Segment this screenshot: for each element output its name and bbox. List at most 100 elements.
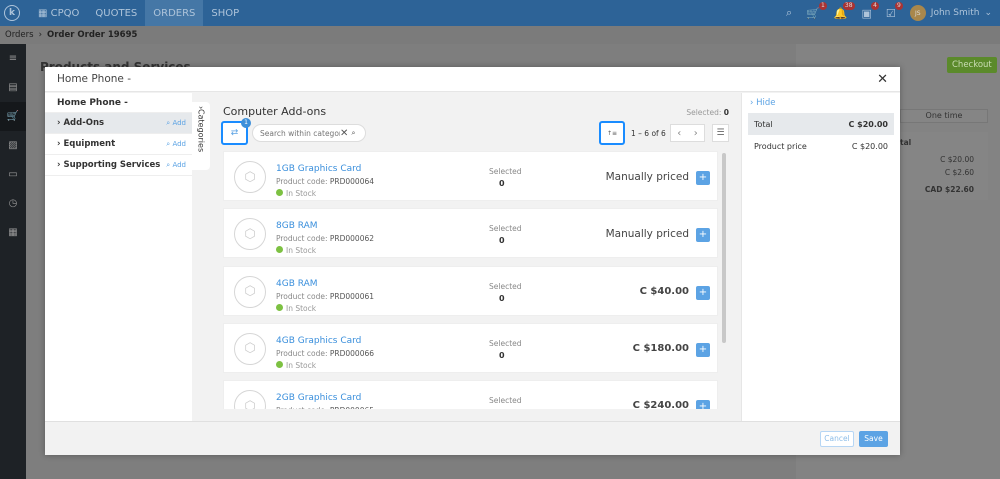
nav-quotes[interactable]: QUOTES [87, 0, 145, 26]
tree-root[interactable]: Home Phone - [45, 93, 192, 113]
add-product-button[interactable]: + [696, 171, 710, 185]
sliders-icon: ⇄ [230, 128, 239, 138]
total-row: Total C $20.00 [748, 113, 894, 135]
product-code: Product code: PRD000062 [276, 234, 375, 244]
product-box-icon: ⬡ [234, 218, 266, 251]
scrollbar[interactable] [722, 153, 726, 343]
list-view-icon[interactable]: ☰ [712, 124, 729, 142]
top-nav-bar: k ▦ CPQO QUOTES ORDERS SHOP ⌕ 🛒 1 🔔 38 ▣ 4 … [0, 0, 1000, 26]
close-icon[interactable]: ✕ [877, 72, 888, 87]
stock-status: In Stock [276, 360, 316, 370]
product-name-link[interactable]: 4GB Graphics Card [276, 336, 361, 346]
product-name-link[interactable]: 1GB Graphics Card [276, 164, 361, 174]
check-circle-icon [276, 303, 283, 311]
category-tree: Home Phone - › Add-Ons ⌕ Add › Equipment ⌕… [45, 93, 192, 421]
chevron-down-icon: ⌄ [984, 8, 992, 18]
category-supporting-services[interactable]: › Supporting Services ⌕ Add [45, 155, 192, 176]
categories-toggle-tab[interactable]: › Categories [192, 102, 210, 170]
app-menu[interactable]: ▦ CPQO [30, 0, 87, 26]
clipboard-icon[interactable]: ▨ [0, 131, 26, 160]
selected-quantity: 0 [499, 293, 505, 303]
selected-label: Selected [489, 167, 522, 176]
modal-footer: Cancel Save [45, 421, 900, 455]
add-equipment-link[interactable]: ⌕ Add [166, 140, 186, 149]
stock-status: In Stock [276, 246, 316, 255]
checkout-button[interactable]: Checkout [947, 57, 997, 73]
nav-orders[interactable]: ORDERS [145, 0, 204, 26]
selected-label: Selected [489, 396, 522, 406]
product-row: ⬡ 4GB Graphics Card Product code: PRD000… [223, 322, 718, 373]
chat-icon[interactable]: ▭ [0, 160, 26, 189]
product-row: ⬡ 4GB RAM Product code: PRD000061 In Sto… [223, 265, 718, 316]
stock-status: In Stock [276, 189, 316, 198]
product-list: ⬡ 1GB Graphics Card Product code: PRD000… [223, 151, 728, 409]
selected-quantity: 0 [499, 236, 505, 246]
search-box: ✕⌕ [252, 124, 366, 142]
category-heading: Computer Add-ons [223, 105, 327, 118]
hide-summary-link[interactable]: › Hide [750, 98, 776, 108]
selected-count: Selected: 0 [686, 108, 729, 117]
product-box-icon: ⬡ [234, 390, 266, 409]
product-price: Manually priced [605, 228, 689, 241]
search-input[interactable] [260, 128, 340, 138]
bell-icon[interactable]: 🔔 38 [834, 1, 855, 20]
sort-button[interactable]: ↑≡ [599, 121, 625, 145]
product-price: Manually priced [605, 171, 689, 183]
approvals-badge: 9 [894, 1, 903, 10]
product-name-link[interactable]: 2GB Graphics Card [276, 393, 361, 403]
add-product-button[interactable]: + [696, 342, 710, 357]
product-price: C $180.00 [632, 342, 689, 354]
background-totals: tal C $20.00 C $2.60 CAD $22.60 [900, 132, 988, 200]
category-equipment[interactable]: › Equipment ⌕ Add [45, 134, 192, 155]
calendar-icon[interactable]: ▦ [0, 218, 26, 247]
save-button[interactable]: Save [859, 431, 888, 447]
tasks-badge: 4 [871, 1, 879, 10]
check-circle-icon [276, 360, 283, 368]
product-name-link[interactable]: 4GB RAM [276, 279, 318, 289]
product-price: C $240.00 [632, 400, 689, 409]
product-row: ⬡ 2GB Graphics Card Product code: PRD000… [223, 380, 718, 409]
add-product-button[interactable]: + [696, 400, 710, 409]
product-price-row: Product price C $20.00 [754, 141, 888, 151]
filter-count-badge: 1 [241, 118, 251, 128]
product-name-link[interactable]: 8GB RAM [276, 221, 318, 231]
menu-icon[interactable]: ≡ [0, 44, 26, 73]
cancel-button[interactable]: Cancel [820, 431, 854, 447]
search-icon[interactable]: ⌕ [786, 6, 792, 20]
cart-icon[interactable]: 🛒 [0, 102, 26, 131]
add-product-button[interactable]: + [696, 285, 710, 300]
nav-shop[interactable]: SHOP [203, 0, 247, 26]
tasks-icon[interactable]: ▣ 4 [862, 1, 879, 20]
document-icon[interactable]: ▤ [0, 73, 26, 102]
user-menu[interactable]: JS John Smith ⌄ [909, 5, 992, 21]
clock-icon[interactable]: ◷ [0, 189, 26, 218]
category-add-ons[interactable]: › Add-Ons ⌕ Add [45, 113, 192, 134]
add-supporting-services-link[interactable]: ⌕ Add [166, 161, 186, 170]
add-product-button[interactable]: + [696, 228, 710, 243]
product-row: ⬡ 1GB Graphics Card Product code: PRD000… [223, 151, 718, 201]
sort-icon: ↑≡ [606, 129, 618, 137]
product-code: Product code: PRD000066 [276, 348, 375, 358]
selected-quantity: 0 [499, 350, 505, 360]
next-page-icon[interactable]: › [694, 128, 698, 139]
product-box-icon: ⬡ [234, 275, 266, 308]
filter-button[interactable]: ⇄ 1 [221, 118, 251, 145]
left-sidebar: ≡ ▤ 🛒 ▨ ▭ ◷ ▦ [0, 44, 26, 479]
cart-icon[interactable]: 🛒 1 [806, 1, 827, 20]
product-code: Product code: PRD000061 [276, 291, 375, 301]
add-add-ons-link[interactable]: ⌕ Add [166, 119, 186, 128]
selected-quantity: 0 [499, 408, 505, 409]
product-row: ⬡ 8GB RAM Product code: PRD000062 In Sto… [223, 208, 718, 259]
logo-icon[interactable]: k [4, 5, 20, 21]
breadcrumb-current: Order Order 19695 [47, 30, 138, 40]
pagination-info: 1 – 6 of 6 [631, 129, 666, 138]
one-time-tab[interactable]: One time [900, 109, 988, 123]
modal-title: Home Phone - [45, 67, 900, 92]
approvals-icon[interactable]: ☑ 9 [886, 1, 903, 20]
breadcrumb: Orders › Order Order 19695 [0, 26, 1000, 44]
prev-page-icon[interactable]: ‹ [677, 128, 681, 139]
chevron-right-icon: › [750, 98, 754, 108]
clear-icon[interactable]: ✕ [340, 128, 348, 139]
search-icon[interactable]: ⌕ [351, 128, 355, 138]
breadcrumb-orders[interactable]: Orders [5, 30, 34, 40]
